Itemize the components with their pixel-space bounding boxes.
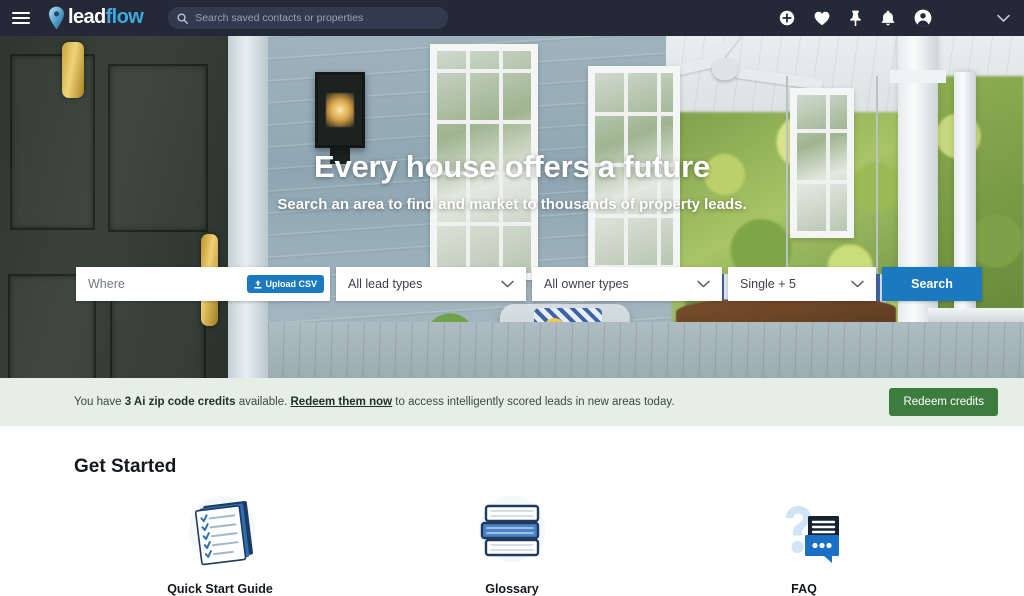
lead-types-value: All lead types — [348, 277, 423, 291]
global-search-input[interactable] — [195, 12, 440, 24]
upload-icon — [254, 279, 263, 288]
property-search-form: Where Upload CSV All lead types All owne… — [76, 267, 982, 301]
card-label: Quick Start Guide — [167, 582, 273, 596]
search-icon — [177, 12, 189, 24]
get-started-section: Get Started Quick Start Guide Glossary F… — [0, 426, 1024, 596]
chevron-down-icon — [851, 280, 864, 288]
global-search-container[interactable] — [168, 7, 449, 29]
bell-icon[interactable] — [881, 10, 895, 26]
chevron-down-icon[interactable] — [997, 14, 1010, 23]
upload-csv-button[interactable]: Upload CSV — [247, 275, 324, 293]
credits-banner-text: You have 3 Ai zip code credits available… — [74, 396, 674, 408]
redeem-credits-button[interactable]: Redeem credits — [889, 388, 998, 416]
header-action-icons — [779, 9, 1010, 27]
owner-types-value: All owner types — [544, 277, 629, 291]
card-faq[interactable]: FAQ — [658, 496, 950, 596]
card-label: Glossary — [485, 582, 539, 596]
heart-icon[interactable] — [814, 11, 830, 26]
logo-flow-text: flow — [105, 6, 144, 28]
property-type-dropdown[interactable]: Single + 5 — [728, 267, 876, 301]
chevron-down-icon — [697, 280, 710, 288]
card-quick-start-guide[interactable]: Quick Start Guide — [74, 496, 366, 596]
credits-text-before: You have — [74, 396, 125, 408]
hero-title: Every house offers a future — [314, 149, 710, 184]
chevron-down-icon — [501, 280, 514, 288]
where-placeholder: Where — [88, 277, 125, 291]
user-account-icon[interactable] — [914, 9, 932, 27]
credits-banner: You have 3 Ai zip code credits available… — [0, 378, 1024, 426]
pin-icon[interactable] — [849, 10, 862, 26]
where-location-input[interactable]: Where Upload CSV — [76, 267, 330, 301]
search-button[interactable]: Search — [882, 267, 982, 301]
map-pin-icon — [49, 6, 64, 30]
checklist-document-icon — [180, 496, 260, 570]
property-type-value: Single + 5 — [740, 277, 796, 291]
logo-wordmark: leadflow — [68, 6, 144, 29]
credits-text-after: to access intelligently scored leads in … — [392, 396, 675, 408]
hero-text-block: Every house offers a future Search an ar… — [0, 149, 1024, 213]
hamburger-menu-icon[interactable] — [10, 7, 32, 29]
owner-types-dropdown[interactable]: All owner types — [532, 267, 722, 301]
add-circle-icon[interactable] — [779, 10, 795, 26]
get-started-cards: Quick Start Guide Glossary FAQ — [0, 496, 1024, 596]
leadflow-logo[interactable]: leadflow — [48, 6, 144, 30]
credits-count: 3 Ai zip code credits — [124, 396, 236, 408]
credits-text-middle: available. — [235, 396, 291, 408]
lead-types-dropdown[interactable]: All lead types — [336, 267, 526, 301]
upload-csv-label: Upload CSV — [265, 279, 317, 289]
card-label: FAQ — [791, 582, 817, 596]
question-chat-bubbles-icon — [764, 496, 844, 570]
hero-subtitle: Search an area to find and market to tho… — [277, 196, 747, 213]
logo-lead-text: lead — [68, 6, 106, 28]
stacked-books-icon — [472, 496, 552, 570]
get-started-title: Get Started — [74, 456, 177, 477]
top-navigation-bar: leadflow — [0, 0, 1024, 36]
hero-section: Every house offers a future Search an ar… — [0, 36, 1024, 378]
card-glossary[interactable]: Glossary — [366, 496, 658, 596]
redeem-them-now-link[interactable]: Redeem them now — [291, 396, 393, 408]
